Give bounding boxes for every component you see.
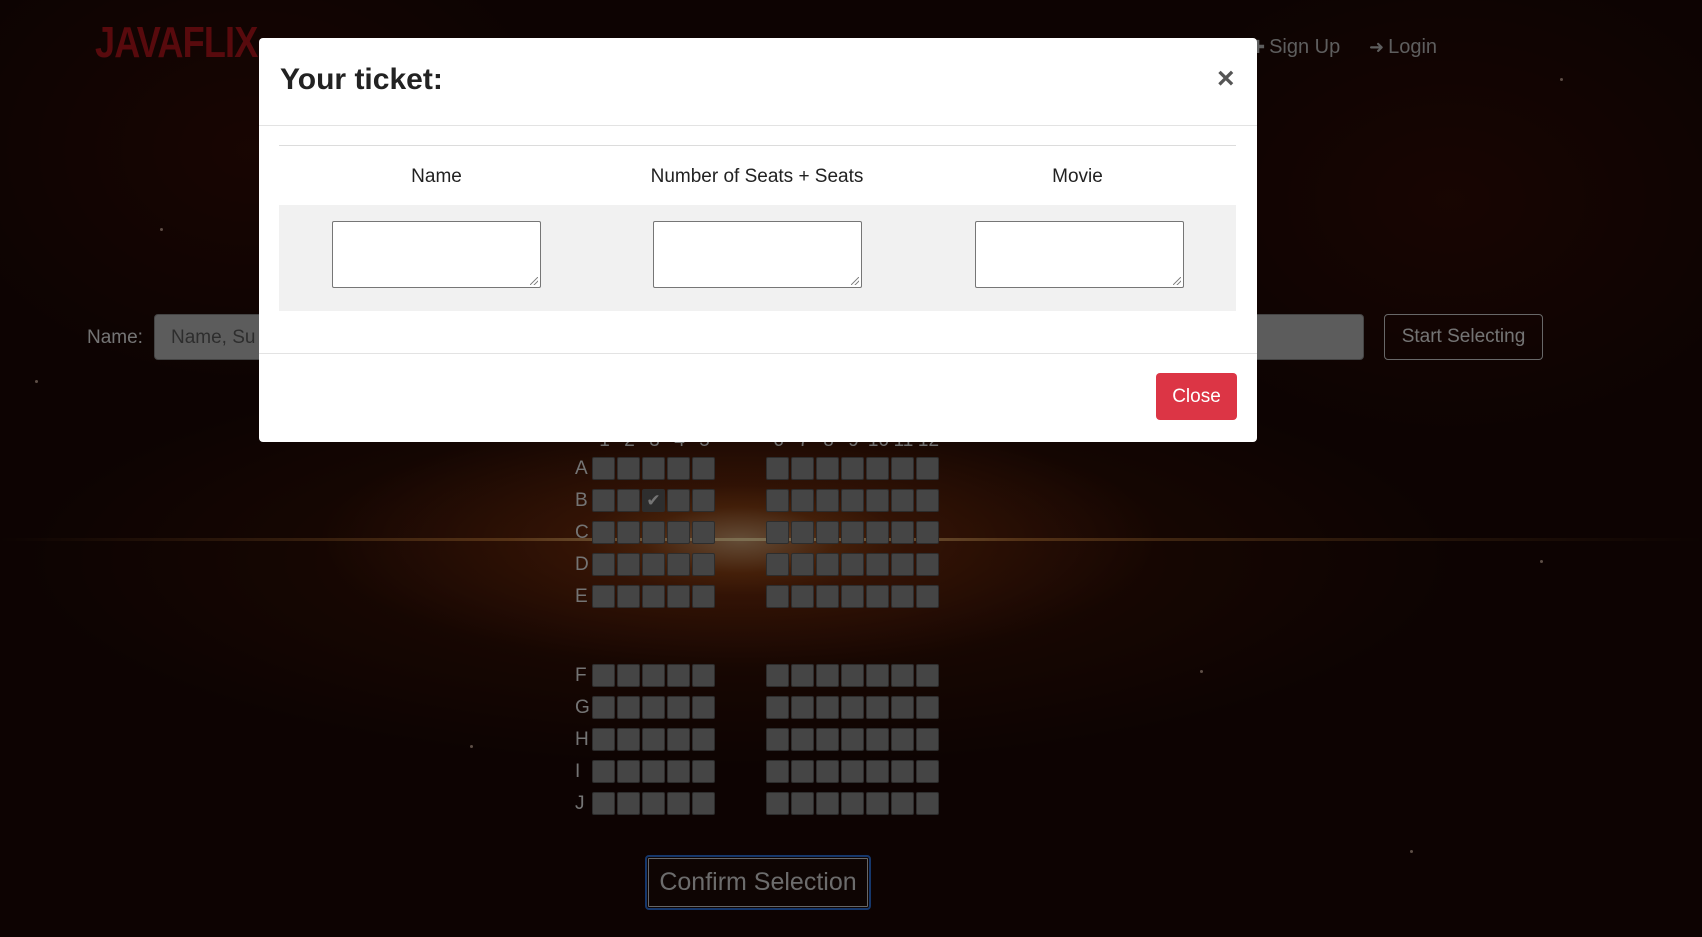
table-row	[279, 205, 1236, 311]
column-header-movie: Movie	[1052, 166, 1103, 187]
close-icon[interactable]: ×	[1217, 62, 1235, 96]
table-header-row: Name Number of Seats + Seats Movie	[279, 145, 1236, 208]
ticket-seats-textarea[interactable]	[653, 221, 862, 288]
ticket-name-textarea[interactable]	[332, 221, 541, 288]
modal-title: Your ticket:	[280, 63, 443, 96]
modal-header: Your ticket: ×	[259, 38, 1257, 126]
modal-footer: Close	[259, 353, 1257, 443]
ticket-modal: Your ticket: × Name Number of Seats + Se…	[259, 38, 1257, 442]
close-button[interactable]: Close	[1156, 373, 1237, 420]
ticket-movie-textarea[interactable]	[975, 221, 1184, 288]
column-header-name: Name	[411, 166, 462, 187]
column-header-seats: Number of Seats + Seats	[650, 166, 864, 187]
